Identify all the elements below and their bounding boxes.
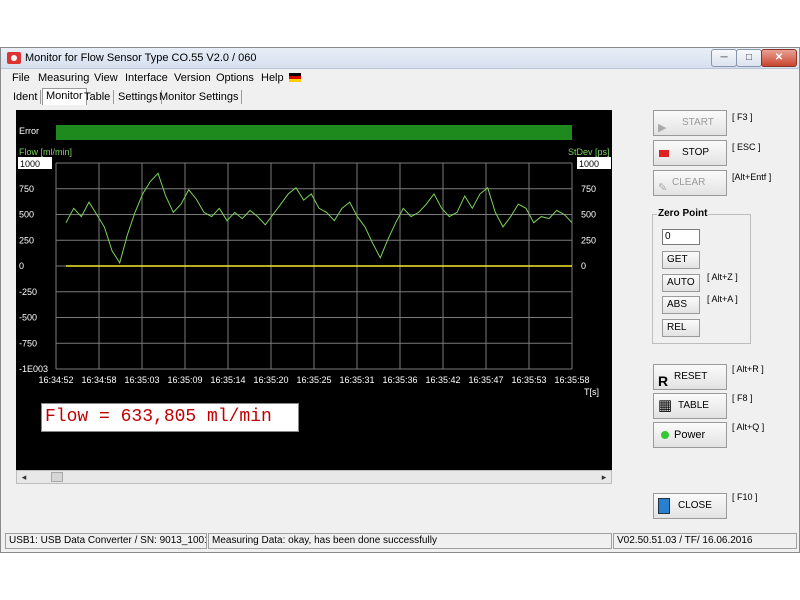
status-device: USB1: USB Data Converter / SN: 9013_1001… (5, 533, 207, 549)
tab-ident[interactable]: Ident (10, 90, 42, 104)
tab-monitor[interactable]: Monitor (42, 88, 87, 105)
y-tick-label: 0 (19, 261, 24, 271)
right-scale-value: 1000 (579, 159, 599, 169)
y-tick-label: 250 (19, 235, 34, 245)
y-tick-label: -250 (19, 287, 37, 297)
clear-hint: [Alt+Entf ] (732, 172, 772, 182)
x-tick-label: 16:35:09 (167, 375, 202, 385)
menu-bar: File Measuring View Interface Version Op… (1, 69, 799, 87)
x-tick-label: 16:34:58 (81, 375, 116, 385)
y2-tick-label: 0 (581, 261, 586, 271)
menu-options[interactable]: Options (216, 72, 254, 84)
close-button[interactable]: CLOSE (653, 493, 727, 519)
tab-strip: Ident Monitor Table Settings Monitor Set… (1, 88, 799, 106)
close-hint: [ F10 ] (732, 492, 758, 502)
left-scale-value: 1000 (20, 159, 40, 169)
menu-help[interactable]: Help (261, 72, 284, 84)
tab-settings[interactable]: Settings (115, 90, 162, 104)
y2-tick-label: 750 (581, 184, 596, 194)
tab-monitor-settings[interactable]: Monitor Settings (156, 90, 243, 104)
horizontal-scrollbar[interactable]: ◂ ▸ (16, 470, 612, 484)
reset-hint: [ Alt+R ] (732, 364, 764, 374)
x-tick-label: 16:35:31 (339, 375, 374, 385)
scroll-thumb[interactable] (51, 472, 63, 482)
zero-point-title: Zero Point (657, 208, 709, 219)
scroll-left-icon[interactable]: ◂ (18, 472, 30, 482)
y-tick-label: 750 (19, 184, 34, 194)
x-tick-label: 16:35:42 (425, 375, 460, 385)
abs-hint: [ Alt+A ] (707, 294, 738, 304)
stop-hint: [ ESC ] (732, 142, 761, 152)
clear-icon: ✎ (658, 182, 668, 194)
door-exit-icon (658, 498, 670, 514)
zero-abs-button[interactable]: ABS (662, 296, 700, 314)
x-tick-label: 16:35:53 (511, 375, 546, 385)
maximize-button[interactable]: □ (736, 49, 762, 67)
power-hint: [ Alt+Q ] (732, 422, 765, 432)
minimize-button[interactable]: ─ (711, 49, 737, 67)
y-tick-label: -750 (19, 338, 37, 348)
left-axis-label: Flow [ml/min] (19, 147, 72, 157)
stop-button[interactable]: STOP (653, 140, 727, 166)
y-tick-label: 500 (19, 210, 34, 220)
menu-interface[interactable]: Interface (125, 72, 168, 84)
power-button[interactable]: Power (653, 422, 727, 448)
reset-icon: R (658, 373, 669, 389)
app-icon (7, 52, 21, 64)
error-indicator-bar (56, 125, 572, 140)
menu-measuring[interactable]: Measuring (38, 72, 89, 84)
x-tick-label: 16:35:25 (296, 375, 331, 385)
title-bar[interactable]: Monitor for Flow Sensor Type CO.55 V2.0 … (1, 48, 799, 69)
clear-button[interactable]: ✎ CLEAR (653, 170, 727, 196)
x-tick-label: 16:35:47 (468, 375, 503, 385)
german-flag-icon[interactable] (289, 73, 301, 82)
app-window: Monitor for Flow Sensor Type CO.55 V2.0 … (0, 47, 800, 553)
zero-get-button[interactable]: GET (662, 251, 700, 269)
zero-rel-button[interactable]: REL (662, 319, 700, 337)
x-tick-label: 16:35:58 (554, 375, 589, 385)
zero-point-input[interactable]: 0 (662, 229, 700, 245)
power-led-icon (661, 431, 669, 439)
y2-tick-label: 250 (581, 235, 596, 245)
table-hint: [ F8 ] (732, 393, 753, 403)
close-window-button[interactable]: ✕ (761, 49, 797, 67)
x-tick-label: 16:35:03 (124, 375, 159, 385)
window-title: Monitor for Flow Sensor Type CO.55 V2.0 … (25, 52, 257, 64)
menu-view[interactable]: View (94, 72, 118, 84)
y-tick-label: -1E003 (19, 364, 48, 374)
table-icon: ▦ (658, 397, 673, 414)
start-hint: [ F3 ] (732, 112, 753, 122)
flow-readout: Flow = 633,805 ml/min (41, 403, 299, 432)
monitor-plot-area: Error Flow [ml/min] StDev [ps] 1000 1000… (16, 110, 612, 470)
y2-tick-label: 500 (581, 210, 596, 220)
status-message: Measuring Data: okay, has been done succ… (208, 533, 612, 549)
scroll-right-icon[interactable]: ▸ (598, 472, 610, 482)
menu-file[interactable]: File (12, 72, 30, 84)
play-icon: ▶ (658, 122, 667, 134)
status-version: V02.50.51.03 / TF/ 16.06.2016 (613, 533, 797, 549)
table-button[interactable]: ▦ TABLE (653, 393, 727, 419)
chart-ticks: 750 500 250 0 -250 -500 -750 -1E003 750 500 250 0 16… (19, 184, 596, 385)
x-tick-label: 16:34:52 (38, 375, 73, 385)
status-bar: USB1: USB Data Converter / SN: 9013_1001… (1, 531, 799, 551)
x-axis-label: T[s] (584, 387, 599, 397)
x-tick-label: 16:35:36 (382, 375, 417, 385)
x-tick-label: 16:35:20 (253, 375, 288, 385)
stop-icon (659, 150, 669, 157)
x-tick-label: 16:35:14 (210, 375, 245, 385)
reset-button[interactable]: R RESET (653, 364, 727, 390)
y-tick-label: -500 (19, 313, 37, 323)
auto-hint: [ Alt+Z ] (707, 272, 738, 282)
zero-auto-button[interactable]: AUTO (662, 274, 700, 292)
error-label: Error (19, 126, 39, 136)
start-button[interactable]: ▶ START (653, 110, 727, 136)
menu-version[interactable]: Version (174, 72, 211, 84)
tab-table[interactable]: Table (81, 90, 115, 104)
right-axis-label: StDev [ps] (568, 147, 610, 157)
